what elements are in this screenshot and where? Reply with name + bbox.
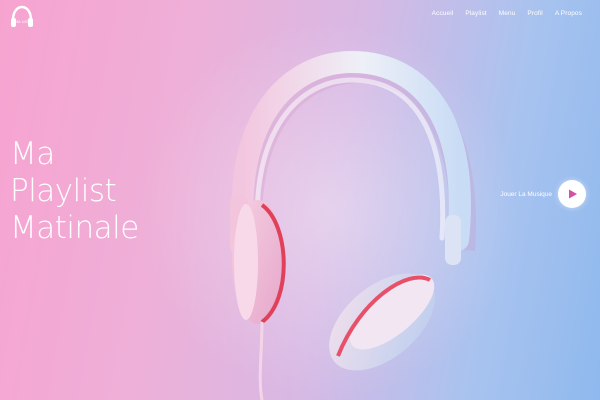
nav-item-playlist[interactable]: Playlist xyxy=(465,10,486,17)
play-music-button[interactable]: Jouer La Musique xyxy=(500,180,586,208)
play-button-circle[interactable] xyxy=(558,180,586,208)
nav-item-a-propos[interactable]: A Propos xyxy=(555,10,582,17)
hero-title-line-2: Playlist xyxy=(10,173,117,209)
play-icon xyxy=(569,189,577,199)
hero-title-line-3: Matinale xyxy=(10,210,139,246)
logo-caption: MA LIST xyxy=(15,20,30,24)
play-music-label: Jouer La Musique xyxy=(500,190,552,198)
nav-item-menu[interactable]: Menu xyxy=(499,10,516,17)
main-nav: Accueil Playlist Menu Profil A Propos xyxy=(432,10,582,17)
hero-title-line-1: Ma xyxy=(10,136,55,172)
headphones-logo-icon[interactable]: MA LIST xyxy=(8,4,36,30)
nav-item-profil[interactable]: Profil xyxy=(527,10,542,17)
hero-title: Ma Playlist Matinale xyxy=(10,136,139,247)
nav-item-accueil[interactable]: Accueil xyxy=(432,10,454,17)
